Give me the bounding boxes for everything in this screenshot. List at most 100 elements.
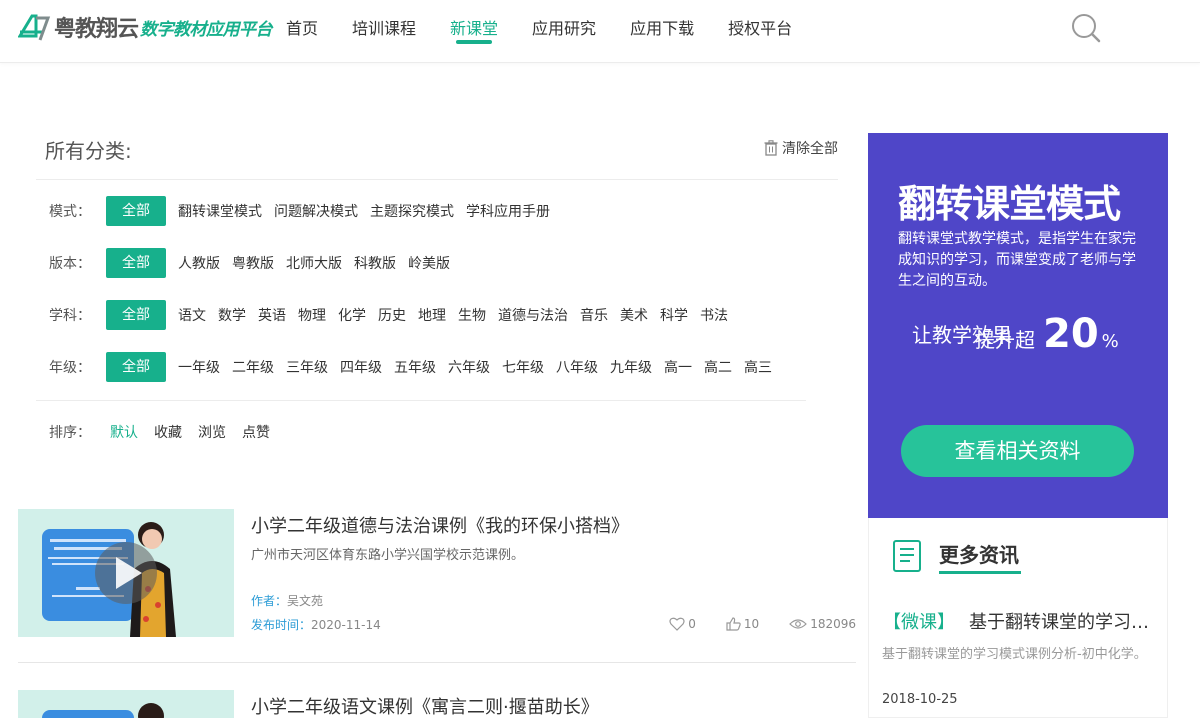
filter-option[interactable]: 五年级 [394, 357, 436, 377]
more-news-panel: 更多资讯 【微课】基于翻转课堂的学习模式课例分析-初中化学 基于翻转课堂的学习模… [868, 518, 1168, 718]
flipped-classroom-banner: 翻转课堂模式 翻转课堂式教学模式，是指学生在家完成知识的学习，而课堂变成了老师与… [868, 133, 1168, 518]
filter-option[interactable]: 问题解决模式 [274, 201, 358, 221]
sort-likes[interactable]: 点赞 [242, 422, 270, 442]
sort-row: 排序： 默认 收藏 浏览 点赞 [36, 400, 806, 442]
main-nav: 首页 培训课程 新课堂 应用研究 应用下载 授权平台 [286, 0, 826, 63]
filter-option[interactable]: 美术 [620, 305, 648, 325]
filter-option[interactable]: 学科应用手册 [466, 201, 550, 221]
filter-option[interactable]: 三年级 [286, 357, 328, 377]
logo-subtitle: 数字教材应用平台 [140, 19, 273, 40]
clear-all-button[interactable]: 清除全部 [764, 138, 838, 158]
filter-option[interactable]: 七年级 [502, 357, 544, 377]
banner-headline: 翻转课堂模式 [898, 182, 1121, 226]
filter-option[interactable]: 北师大版 [286, 253, 342, 273]
nav-training-courses[interactable]: 培训课程 [352, 0, 416, 58]
view-materials-button[interactable]: 查看相关资料 [901, 425, 1134, 477]
trash-icon [764, 140, 778, 156]
filter-option[interactable]: 道德与法治 [498, 305, 568, 325]
filter-option[interactable]: 高三 [744, 357, 772, 377]
filter-all-button[interactable]: 全部 [106, 300, 166, 330]
video-thumbnail-image [18, 509, 234, 637]
filter-option[interactable]: 科教版 [354, 253, 396, 273]
filter-option[interactable]: 六年级 [448, 357, 490, 377]
heart-icon [669, 617, 685, 631]
sort-default[interactable]: 默认 [110, 422, 138, 442]
filter-option[interactable]: 高二 [704, 357, 732, 377]
nav-home[interactable]: 首页 [286, 0, 318, 58]
search-icon[interactable] [1068, 10, 1104, 46]
filter-option[interactable]: 翻转课堂模式 [178, 201, 262, 221]
video-thumbnail-image [18, 690, 234, 718]
clear-all-label: 清除全部 [782, 141, 838, 157]
like-stat[interactable]: 10 [726, 617, 759, 631]
filter-option[interactable]: 八年级 [556, 357, 598, 377]
filter-option[interactable]: 高一 [664, 357, 692, 377]
filter-option[interactable]: 英语 [258, 305, 286, 325]
filter-all-button[interactable]: 全部 [106, 196, 166, 226]
view-stat: 182096 [789, 617, 856, 631]
filter-label: 版本： [49, 256, 91, 272]
filter-option[interactable]: 数学 [218, 305, 246, 325]
filter-row-edition: 版本： 全部 人教版 粤教版 北师大版 科教版 岭美版 [36, 248, 462, 278]
sort-views[interactable]: 浏览 [198, 422, 226, 442]
like-count: 10 [743, 617, 760, 631]
course-title[interactable]: 小学二年级语文课例《寓言二则·揠苗助长》 [251, 693, 599, 718]
filter-option[interactable]: 语文 [178, 305, 206, 325]
course-title[interactable]: 小学二年级道德与法治课例《我的环保小搭档》 [251, 512, 629, 538]
filter-option[interactable]: 历史 [378, 305, 406, 325]
author-label: 作者： [251, 594, 288, 608]
banner-description: 翻转课堂式教学模式，是指学生在家完成知识的学习，而课堂变成了老师与学生之间的互动… [898, 231, 1136, 289]
nav-new-classroom[interactable]: 新课堂 [450, 0, 498, 58]
filter-row-subject: 学科： 全部 语文 数学 英语 物理 化学 历史 地理 生物 道德与法治 音乐 … [36, 300, 740, 330]
course-publish-date: 发布时间：2020-11-14 [251, 616, 381, 633]
filter-option[interactable]: 书法 [700, 305, 728, 325]
filter-all-button[interactable]: 全部 [106, 248, 166, 278]
nav-app-download[interactable]: 应用下载 [630, 0, 694, 58]
filter-option[interactable]: 音乐 [580, 305, 608, 325]
banner-percentage: 20 [1043, 311, 1099, 357]
course-item: 小学二年级语文课例《寓言二则·揠苗助长》 [18, 690, 856, 718]
publish-date-value: 2020-11-14 [311, 618, 381, 632]
filter-option[interactable]: 化学 [338, 305, 366, 325]
course-thumbnail[interactable] [18, 509, 234, 637]
filter-title: 所有分类: [45, 139, 132, 163]
site-logo[interactable]: 粤教翔云 数字教材应用平台 [18, 10, 273, 44]
news-item-tag: 【微课】 [883, 612, 955, 633]
filter-option[interactable]: 科学 [660, 305, 688, 325]
filter-option[interactable]: 岭美版 [408, 253, 450, 273]
news-item-title[interactable]: 【微课】基于翻转课堂的学习模式课例分析-初中化学 [883, 608, 1161, 634]
banner-percent-sign: % [1101, 331, 1119, 352]
thumbs-up-icon [726, 617, 741, 631]
nav-authorization-platform[interactable]: 授权平台 [728, 0, 792, 58]
filter-option[interactable]: 地理 [418, 305, 446, 325]
filter-label: 模式： [49, 204, 91, 220]
course-stats: 0 10 182096 [639, 617, 856, 631]
news-title: 更多资讯 [939, 539, 1021, 574]
filter-option[interactable]: 四年级 [340, 357, 382, 377]
banner-slogan-prefix: 提升超 [975, 328, 1035, 352]
nav-application-research[interactable]: 应用研究 [532, 0, 596, 58]
filter-option[interactable]: 生物 [458, 305, 486, 325]
filter-option[interactable]: 主题探究模式 [370, 201, 454, 221]
sort-favorites[interactable]: 收藏 [154, 422, 182, 442]
filter-option[interactable]: 物理 [298, 305, 326, 325]
view-count: 182096 [810, 617, 856, 631]
filter-option[interactable]: 粤教版 [232, 253, 274, 273]
news-item-headline: 基于翻转课堂的学习模式课例分析-初中化学 [969, 612, 1161, 633]
course-thumbnail[interactable] [18, 690, 234, 718]
logo-name: 粤教翔云 [54, 17, 139, 42]
filter-label: 年级： [49, 360, 91, 376]
course-description: 广州市天河区体育东路小学兴国学校示范课例。 [251, 548, 525, 563]
filter-option[interactable]: 二年级 [232, 357, 274, 377]
filter-row-mode: 模式： 全部 翻转课堂模式 问题解决模式 主题探究模式 学科应用手册 [36, 196, 562, 226]
filter-option[interactable]: 九年级 [610, 357, 652, 377]
course-author: 作者：吴文苑 [251, 592, 323, 609]
news-header: 更多资讯 [889, 538, 1021, 574]
filter-all-button[interactable]: 全部 [106, 352, 166, 382]
favorite-stat[interactable]: 0 [669, 617, 696, 631]
top-header: 粤教翔云 数字教材应用平台 首页 培训课程 新课堂 应用研究 应用下载 授权平台 [0, 0, 1200, 63]
favorite-count: 0 [688, 617, 696, 631]
logo-mark-icon [18, 14, 51, 41]
filter-option[interactable]: 一年级 [178, 357, 220, 377]
filter-option[interactable]: 人教版 [178, 253, 220, 273]
